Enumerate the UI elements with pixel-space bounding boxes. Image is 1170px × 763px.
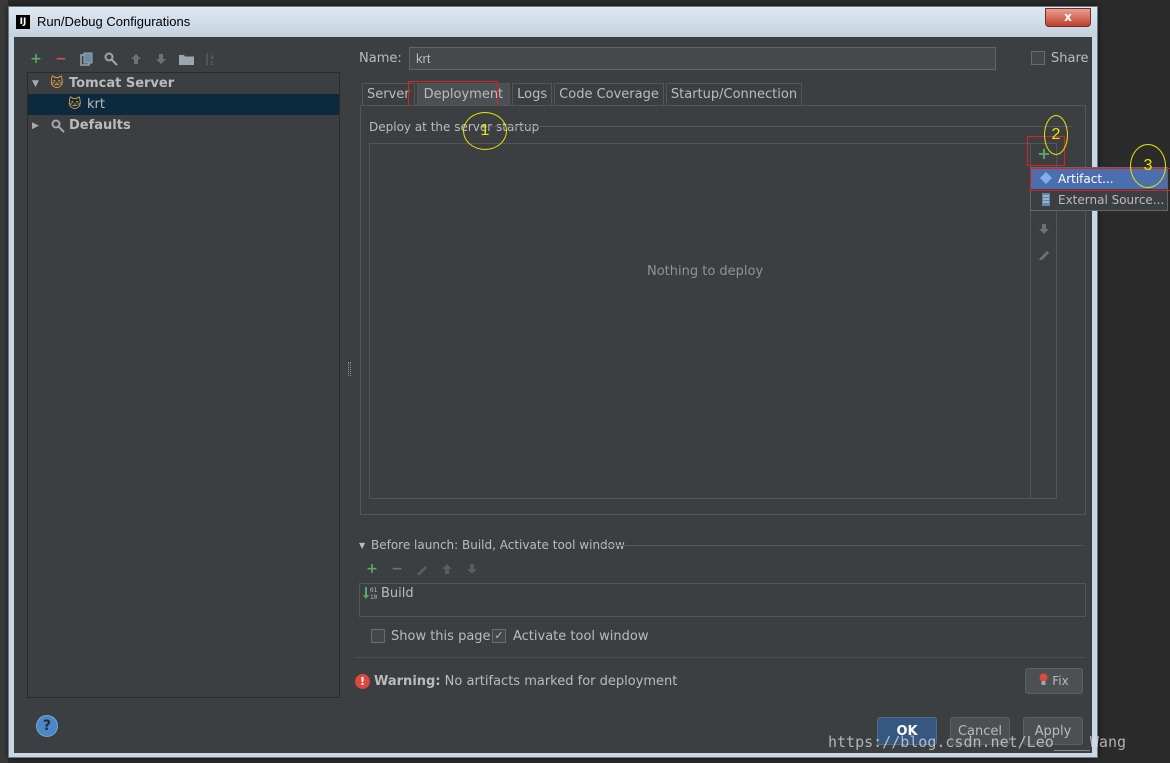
remove-icon[interactable]: −	[389, 561, 405, 577]
section-divider	[489, 126, 1072, 127]
tree-item-krt[interactable]: 🐱 krt	[28, 94, 339, 115]
fix-button-label: Fix	[1052, 674, 1069, 688]
warning-text: No artifacts marked for deployment	[444, 674, 678, 689]
share-label: Share	[1051, 51, 1089, 66]
menu-item-external-source[interactable]: External Source...	[1031, 190, 1167, 210]
move-down-icon[interactable]	[464, 561, 480, 577]
show-page-checkbox[interactable]	[371, 629, 385, 643]
warning-message: Warning: No artifacts marked for deploym…	[374, 674, 677, 689]
configurations-toolbar: + − az	[28, 49, 219, 69]
tomcat-icon: 🐱	[50, 75, 64, 91]
lightbulb-icon	[1039, 673, 1048, 689]
folder-icon[interactable]	[178, 51, 194, 67]
help-button[interactable]: ?	[36, 715, 58, 737]
before-launch-list[interactable]	[359, 583, 1086, 617]
run-debug-configurations-dialog: IJ Run/Debug Configurations x + − a z ▼ …	[8, 6, 1170, 758]
add-icon[interactable]: +	[28, 51, 44, 67]
section-divider	[601, 545, 1083, 546]
fix-button[interactable]: Fix	[1025, 668, 1083, 694]
edit-defaults-icon[interactable]	[103, 51, 119, 67]
svg-text:01: 01	[370, 587, 378, 594]
tree-item-label: Defaults	[69, 118, 131, 133]
before-launch-toolbar: + −	[364, 561, 480, 577]
name-label: Name:	[359, 51, 402, 66]
expand-arrow-icon[interactable]: ▼	[32, 79, 42, 89]
tree-item-label: krt	[87, 97, 105, 112]
svg-text:z: z	[210, 60, 214, 66]
empty-list-text: Nothing to deploy	[647, 264, 764, 279]
task-label: Build	[381, 586, 414, 601]
window-title: Run/Debug Configurations	[37, 14, 191, 29]
close-button[interactable]: x	[1045, 8, 1091, 27]
copy-icon[interactable]	[78, 51, 94, 67]
error-icon: !	[355, 674, 370, 689]
tab-logs[interactable]: Logs	[512, 83, 553, 105]
move-up-icon[interactable]	[439, 561, 455, 577]
annotation-circle-2: 2	[1044, 115, 1068, 155]
watermark: https://blog.csdn.net/Leo____Wang	[828, 733, 1127, 751]
remove-icon[interactable]: −	[53, 51, 69, 67]
section-divider	[354, 657, 1086, 658]
before-launch-label[interactable]: Before launch: Build, Activate tool wind…	[371, 538, 625, 552]
edit-pencil-icon[interactable]	[1036, 248, 1052, 264]
external-source-icon	[1039, 193, 1053, 207]
share-checkbox[interactable]	[1031, 51, 1045, 65]
collapse-arrow-icon[interactable]: ▶	[32, 121, 42, 131]
annotation-circle-3: 3	[1130, 144, 1166, 188]
title-bar[interactable]: IJ Run/Debug Configurations x	[9, 7, 1097, 37]
tree-item-tomcat-server[interactable]: ▼ 🐱 Tomcat Server	[28, 73, 339, 94]
tab-code-coverage[interactable]: Code Coverage	[554, 83, 664, 105]
tab-startup-connection[interactable]: Startup/Connection	[665, 83, 803, 105]
move-down-icon[interactable]	[1036, 223, 1052, 239]
deploy-section-label: Deploy at the server startup	[369, 120, 540, 134]
tree-item-label: Tomcat Server	[69, 76, 175, 91]
build-icon: 01 10	[363, 586, 379, 603]
deployment-list[interactable]	[369, 143, 1057, 499]
edit-pencil-icon[interactable]	[414, 561, 430, 577]
desktop-background	[0, 0, 8, 763]
panel-splitter[interactable]	[348, 362, 351, 376]
name-input[interactable]	[409, 47, 996, 70]
tab-server[interactable]: Server	[362, 83, 415, 105]
activate-tool-window-label: Activate tool window	[513, 629, 649, 644]
defaults-icon	[50, 118, 66, 134]
add-icon[interactable]: +	[364, 561, 380, 577]
sort-icon[interactable]: az	[203, 51, 219, 67]
move-down-icon[interactable]	[153, 51, 169, 67]
move-up-icon[interactable]	[128, 51, 144, 67]
intellij-app-icon: IJ	[16, 15, 30, 29]
desktop-background	[1098, 0, 1170, 763]
show-page-label: Show this page	[391, 629, 491, 644]
annotation-circle-1: 1	[463, 112, 507, 150]
collapse-arrow-icon[interactable]: ▼	[359, 541, 365, 550]
dialog-content: + − az ▼ 🐱 Tomcat Server 🐱 krt ▶ Default…	[14, 37, 1170, 753]
activate-tool-window-checkbox[interactable]: ✓	[492, 629, 506, 643]
menu-item-label: External Source...	[1058, 193, 1165, 207]
warning-prefix: Warning:	[374, 674, 441, 689]
svg-text:10: 10	[370, 594, 378, 600]
configurations-tree: ▼ 🐱 Tomcat Server 🐱 krt ▶ Defaults	[27, 72, 340, 698]
tomcat-icon: 🐱	[68, 96, 82, 112]
tree-item-defaults[interactable]: ▶ Defaults	[28, 115, 339, 136]
